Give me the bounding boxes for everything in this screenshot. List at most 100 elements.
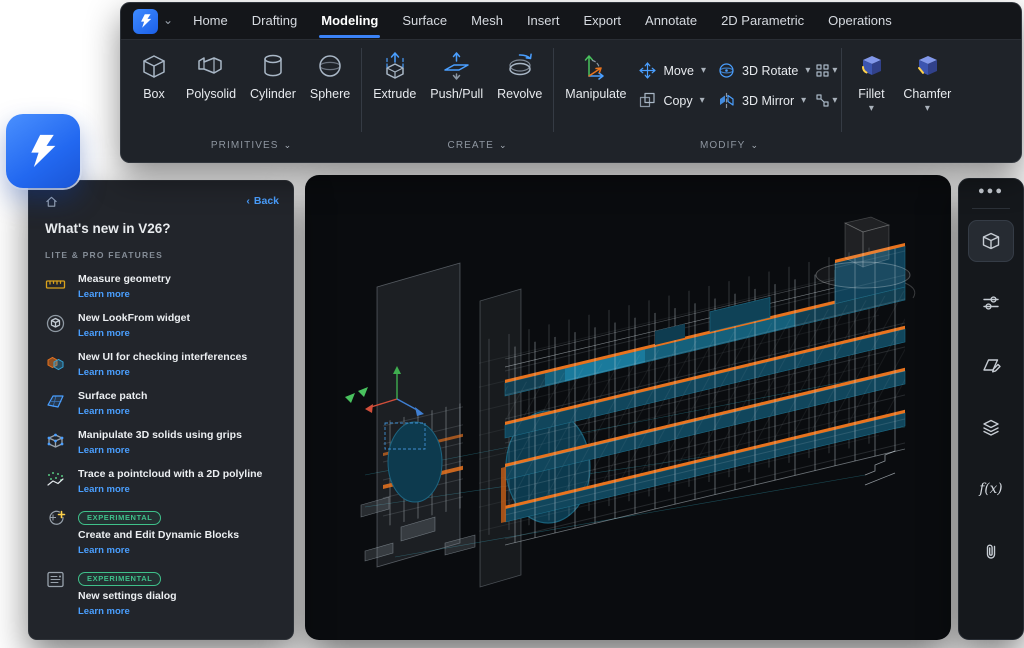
tab-annotate[interactable]: Annotate <box>633 3 709 39</box>
tool-extrude[interactable]: Extrude <box>366 48 423 101</box>
tab-mesh[interactable]: Mesh <box>459 3 515 39</box>
tab-surface[interactable]: Surface <box>390 3 459 39</box>
sketch-pencil-icon <box>981 355 1001 375</box>
ribbon: ⌄ Home Drafting Modeling Surface Mesh In… <box>120 2 1022 163</box>
group-divider <box>841 48 842 132</box>
tab-insert[interactable]: Insert <box>515 3 572 39</box>
manipulate-icon <box>578 48 614 84</box>
lookfrom-widget-icon <box>45 313 66 334</box>
tool-label: Push/Pull <box>430 87 483 101</box>
expressions-button[interactable]: f(x) <box>959 458 1023 520</box>
tool-label: 3D Rotate <box>742 64 798 78</box>
tab-drafting[interactable]: Drafting <box>240 3 310 39</box>
learn-more-link[interactable]: Learn more <box>78 406 147 418</box>
dropdown-caret-icon[interactable]: ▾ <box>801 96 806 106</box>
tool-box[interactable]: Box <box>129 48 179 101</box>
group-caption-create[interactable]: CREATE⌄ <box>379 140 575 151</box>
learn-more-link[interactable]: Learn more <box>78 545 239 557</box>
learn-more-link[interactable]: Learn more <box>78 328 190 340</box>
group-divider <box>361 48 362 132</box>
bricscad-bolt-icon <box>24 132 62 170</box>
feature-item: Manipulate 3D solids using grips Learn m… <box>45 429 279 457</box>
dropdown-caret-icon[interactable]: ▾ <box>925 104 930 114</box>
viewport[interactable] <box>305 175 951 640</box>
array-tool-button[interactable]: ▾ <box>816 64 837 77</box>
tab-2d-parametric[interactable]: 2D Parametric <box>709 3 816 39</box>
feature-item: EXPERIMENTAL Create and Edit Dynamic Blo… <box>45 507 279 557</box>
learn-more-link[interactable]: Learn more <box>78 484 262 496</box>
ribbon-group-captions: PRIMITIVES⌄ CREATE⌄ MODIFY⌄ <box>121 140 1021 155</box>
dropdown-caret-icon[interactable]: ▾ <box>832 66 837 76</box>
feature-item: Trace a pointcloud with a 2D polyline Le… <box>45 468 279 496</box>
app-menu-caret-icon[interactable]: ⌄ <box>163 13 173 27</box>
tool-3d-mirror[interactable]: 3D Mirror ▾ <box>718 92 810 109</box>
experimental-badge: EXPERIMENTAL <box>78 511 161 525</box>
feature-item: New UI for checking interferences Learn … <box>45 351 279 379</box>
caption-label: CREATE <box>448 140 494 151</box>
tool-polysolid[interactable]: Polysolid <box>179 48 243 101</box>
whats-new-panel: ‹ Back What's new in V26? LITE & PRO FEA… <box>28 180 294 640</box>
back-label: Back <box>254 195 279 207</box>
feature-body: EXPERIMENTAL New settings dialog Learn m… <box>78 568 177 618</box>
feature-item: EXPERIMENTAL New settings dialog Learn m… <box>45 568 279 618</box>
dropdown-caret-icon[interactable]: ▾ <box>700 96 705 106</box>
tool-manipulate[interactable]: Manipulate <box>558 48 633 101</box>
bricscad-brand-logo[interactable] <box>6 114 80 188</box>
tool-copy[interactable]: Copy ▾ <box>639 92 706 109</box>
pattern-tool-button[interactable]: ▾ <box>816 94 837 107</box>
tool-cylinder[interactable]: Cylinder <box>243 48 303 101</box>
section-header: LITE & PRO FEATURES <box>45 250 279 260</box>
learn-more-link[interactable]: Learn more <box>78 289 171 301</box>
tool-move[interactable]: Move ▾ <box>639 62 706 79</box>
tab-operations[interactable]: Operations <box>816 3 904 39</box>
tab-modeling[interactable]: Modeling <box>309 3 390 39</box>
learn-more-link[interactable]: Learn more <box>78 606 177 618</box>
chamfer-icon <box>909 48 945 84</box>
panel-title: What's new in V26? <box>45 221 279 236</box>
right-sidebar: ●●● f(x <box>958 178 1024 640</box>
tab-export[interactable]: Export <box>571 3 633 39</box>
tool-fillet[interactable]: Fillet ▾ <box>846 48 896 114</box>
tool-label: Copy <box>663 94 692 108</box>
revolve-icon <box>502 48 538 84</box>
tool-label: Polysolid <box>186 87 236 101</box>
tool-3d-rotate[interactable]: 3D Rotate ▾ <box>718 62 810 79</box>
dropdown-caret-icon[interactable]: ▾ <box>701 66 706 76</box>
caption-caret-icon: ⌄ <box>284 140 292 150</box>
attachments-button[interactable] <box>959 520 1023 582</box>
tool-sphere[interactable]: Sphere <box>303 48 357 101</box>
tab-home[interactable]: Home <box>181 3 240 39</box>
fillet-icon <box>853 48 889 84</box>
panel-header: ‹ Back <box>45 193 279 209</box>
tool-push-pull[interactable]: Push/Pull <box>423 48 490 101</box>
tool-chamfer[interactable]: Chamfer ▾ <box>896 48 958 114</box>
adjustments-button[interactable] <box>959 272 1023 334</box>
learn-more-link[interactable]: Learn more <box>78 367 247 379</box>
feature-title: Surface patch <box>78 390 147 403</box>
dropdown-caret-icon[interactable]: ▾ <box>832 96 837 106</box>
back-button[interactable]: ‹ Back <box>246 195 279 207</box>
markup-button[interactable] <box>959 334 1023 396</box>
tool-label: Extrude <box>373 87 416 101</box>
learn-more-link[interactable]: Learn more <box>78 445 242 457</box>
caption-label: MODIFY <box>700 140 746 151</box>
model-render <box>305 175 951 640</box>
caption-caret-icon: ⌄ <box>750 140 758 150</box>
group-caption-primitives[interactable]: PRIMITIVES⌄ <box>129 140 373 151</box>
tool-revolve[interactable]: Revolve <box>490 48 549 101</box>
dropdown-caret-icon[interactable]: ▾ <box>805 66 810 76</box>
feature-body: Manipulate 3D solids using grips Learn m… <box>78 429 242 457</box>
dropdown-caret-icon[interactable]: ▾ <box>869 104 874 114</box>
model-browser-button[interactable] <box>968 220 1014 262</box>
group-caption-modify[interactable]: MODIFY ⌄ <box>581 140 877 151</box>
app-logo-button[interactable] <box>133 9 158 34</box>
more-options-button[interactable]: ●●● <box>978 185 1004 205</box>
layers-button[interactable] <box>959 396 1023 458</box>
tool-label: Chamfer <box>903 87 951 101</box>
feature-title: New settings dialog <box>78 590 177 603</box>
interference-check-icon <box>45 352 66 373</box>
feature-body: New UI for checking interferences Learn … <box>78 351 247 379</box>
home-icon[interactable] <box>45 195 58 208</box>
paperclip-icon <box>981 541 1001 561</box>
feature-item: New LookFrom widget Learn more <box>45 312 279 340</box>
